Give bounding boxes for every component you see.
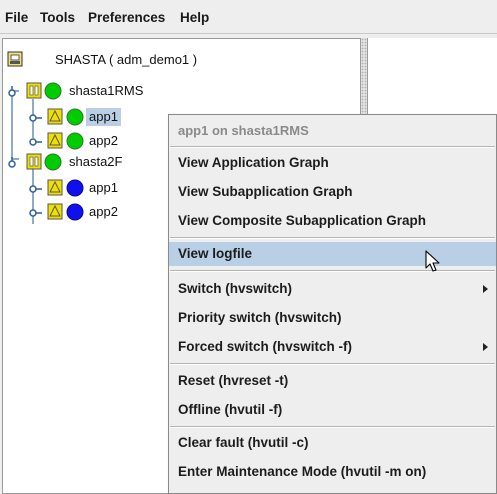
tree-node-label: app1 — [86, 108, 121, 126]
menu-separator — [170, 146, 495, 148]
menu-item-view-application-graph[interactable]: View Application Graph — [169, 151, 496, 175]
menu-item-view-logfile[interactable]: View logfile — [169, 242, 496, 266]
menu-item-priority-switch[interactable]: Priority switch (hvswitch) — [169, 306, 496, 330]
menu-item-offline[interactable]: Offline (hvutil -f) — [169, 398, 496, 422]
node-icon — [26, 82, 42, 99]
tree-node-app2-offline[interactable]: app2 — [29, 202, 189, 222]
menu-item-reset[interactable]: Reset (hvreset -t) — [169, 369, 496, 393]
application-icon — [47, 179, 63, 196]
tree-node-label: app2 — [89, 204, 118, 219]
toggle-collapsed-icon[interactable] — [29, 180, 43, 196]
tree-node-label: shasta2F — [69, 154, 123, 169]
application-icon — [47, 203, 63, 220]
menu-item-label: View Composite Subapplication Graph — [178, 213, 427, 228]
menu-item-label: Enter Maintenance Mode (hvutil -m on) — [178, 464, 427, 479]
application-icon — [47, 108, 63, 125]
status-offline-icon — [66, 179, 84, 197]
menu-separator — [170, 363, 495, 365]
menu-item-label: Priority switch (hvswitch) — [178, 310, 342, 325]
menu-item-view-subapplication-graph[interactable]: View Subapplication Graph — [169, 180, 496, 204]
menu-item-clear-fault[interactable]: Clear fault (hvutil -c) — [169, 431, 496, 455]
menu-item-view-composite-subapplication-graph[interactable]: View Composite Subapplication Graph — [169, 209, 496, 233]
status-online-icon — [66, 108, 84, 126]
tree-node-app1[interactable]: app1 — [29, 107, 189, 127]
tree-node-label: shasta1RMS — [69, 83, 144, 98]
menu-separator — [170, 237, 495, 239]
menu-item-label: Switch (hvswitch) — [178, 281, 293, 296]
tree-node-app2[interactable]: app2 — [29, 131, 189, 151]
menu-item-enter-maintenance-mode[interactable]: Enter Maintenance Mode (hvutil -m on) — [169, 460, 496, 484]
status-online-icon — [44, 82, 62, 100]
status-offline-icon — [66, 203, 84, 221]
context-menu-title: app1 on shasta1RMS — [178, 123, 309, 138]
toggle-collapsed-icon[interactable] — [29, 204, 43, 220]
tree-node-label: app2 — [89, 133, 118, 148]
menu-item-label: Clear fault (hvutil -c) — [178, 435, 309, 450]
submenu-arrow-icon — [483, 343, 488, 351]
context-menu: app1 on shasta1RMS View Application Grap… — [168, 114, 497, 494]
menu-help[interactable]: Help — [180, 10, 209, 25]
menu-item-label: View logfile — [178, 246, 253, 261]
menu-item-forced-switch[interactable]: Forced switch (hvswitch -f) — [169, 335, 496, 359]
tree-node-label: app1 — [89, 180, 118, 195]
toggle-expanded-icon[interactable] — [7, 154, 21, 170]
menu-item-label: View Application Graph — [178, 155, 329, 170]
toggle-collapsed-icon[interactable] — [29, 109, 43, 125]
menu-separator — [170, 270, 495, 272]
application-icon — [47, 132, 63, 149]
menu-tools[interactable]: Tools — [40, 10, 75, 25]
menu-item-label: View Subapplication Graph — [178, 184, 353, 199]
toggle-collapsed-icon[interactable] — [29, 133, 43, 149]
menu-item-label: Forced switch (hvswitch -f) — [178, 339, 353, 354]
toggle-expanded-icon[interactable] — [7, 83, 21, 99]
menu-separator — [170, 426, 495, 428]
tree-node-shasta1rms[interactable]: shasta1RMS — [7, 81, 307, 101]
menu-item-label: Offline (hvutil -f) — [178, 402, 283, 417]
mouse-pointer-icon — [425, 250, 440, 272]
menu-bar: File Tools Preferences Help — [0, 0, 497, 34]
menu-preferences[interactable]: Preferences — [88, 10, 165, 25]
submenu-arrow-icon — [483, 285, 488, 293]
menu-file[interactable]: File — [5, 10, 28, 25]
status-online-icon — [66, 132, 84, 150]
menu-item-label: Reset (hvreset -t) — [178, 373, 289, 388]
tree-node-app1-offline[interactable]: app1 — [29, 178, 189, 198]
node-icon — [26, 153, 42, 170]
status-online-icon — [44, 153, 62, 171]
menu-item-switch[interactable]: Switch (hvswitch) — [169, 277, 496, 301]
